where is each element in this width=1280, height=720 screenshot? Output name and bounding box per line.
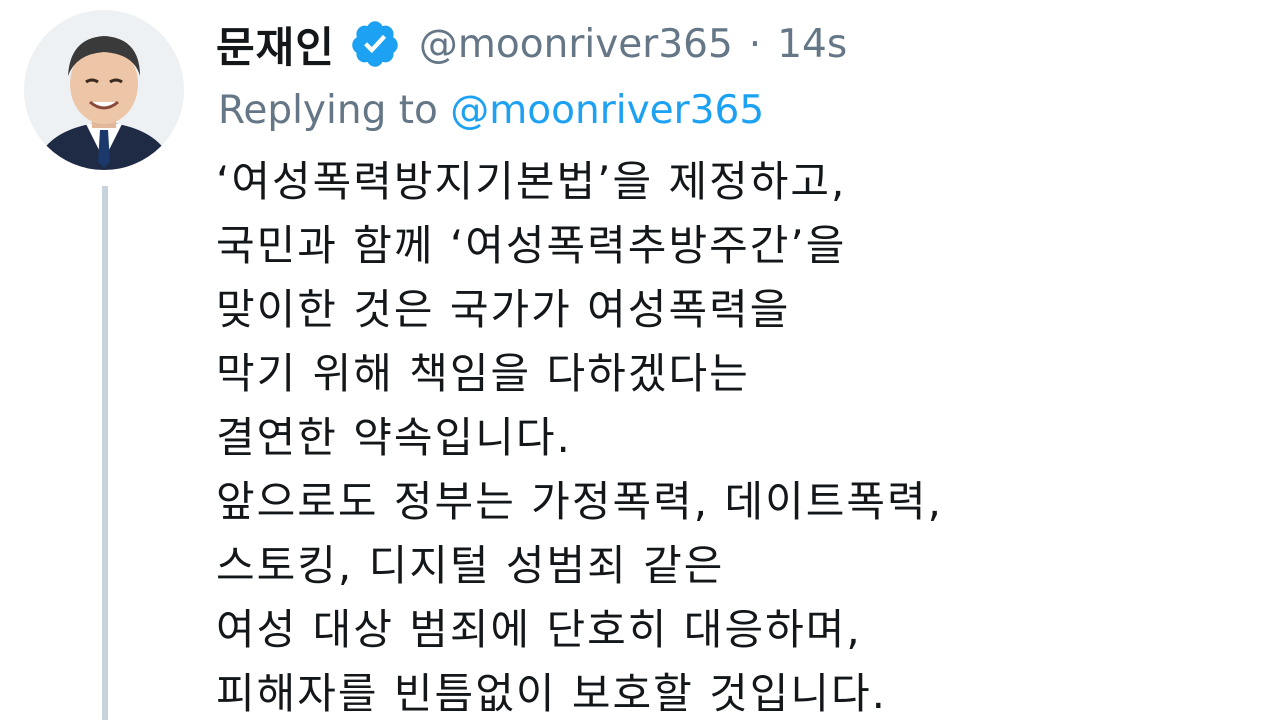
tweet-text-line: 막기 위해 책임을 다하겠다는: [216, 349, 750, 398]
replying-to-label: Replying to: [218, 88, 438, 133]
tweet-text-line: 여성 대상 범죄에 단호히 대응하며,: [216, 605, 862, 654]
avatar-column: [24, 10, 188, 170]
separator-dot: ·: [748, 21, 762, 67]
tweet-text-line: ‘여성폭력방지기본법’을 제정하고,: [216, 157, 847, 206]
tweet-text-line: 스토킹, 디지털 성범죄 같은: [216, 541, 725, 590]
profile-photo: [24, 10, 184, 170]
tweet-text-line: 앞으로도 정부는 가정폭력, 데이트폭력,: [216, 477, 943, 526]
tweet-text: ‘여성폭력방지기본법’을 제정하고, 국민과 함께 ‘여성폭력추방주간’을 맞이…: [216, 150, 1266, 720]
tweet[interactable]: 문재인 @moonriver365 · 14s Replying to @moo…: [0, 0, 1280, 720]
replying-to-mention[interactable]: @moonriver365: [450, 88, 764, 133]
tweet-header: 문재인 @moonriver365 · 14s: [216, 14, 847, 74]
avatar[interactable]: [24, 10, 184, 170]
tweet-text-line: 결연한 약속입니다.: [216, 413, 572, 462]
user-handle[interactable]: @moonriver365: [419, 22, 733, 67]
replying-to: Replying to @moonriver365: [218, 88, 764, 133]
tweet-text-line: 국민과 함께 ‘여성폭력추방주간’을: [216, 221, 847, 270]
verified-badge-icon: [349, 18, 401, 70]
tweet-text-line: 피해자를 빈틈없이 보호할 것입니다.: [216, 669, 888, 718]
tweet-text-line: 맞이한 것은 국가가 여성폭력을: [216, 285, 791, 334]
display-name[interactable]: 문재인: [216, 14, 335, 75]
thread-connector-line: [102, 186, 108, 720]
timestamp[interactable]: 14s: [777, 22, 847, 67]
